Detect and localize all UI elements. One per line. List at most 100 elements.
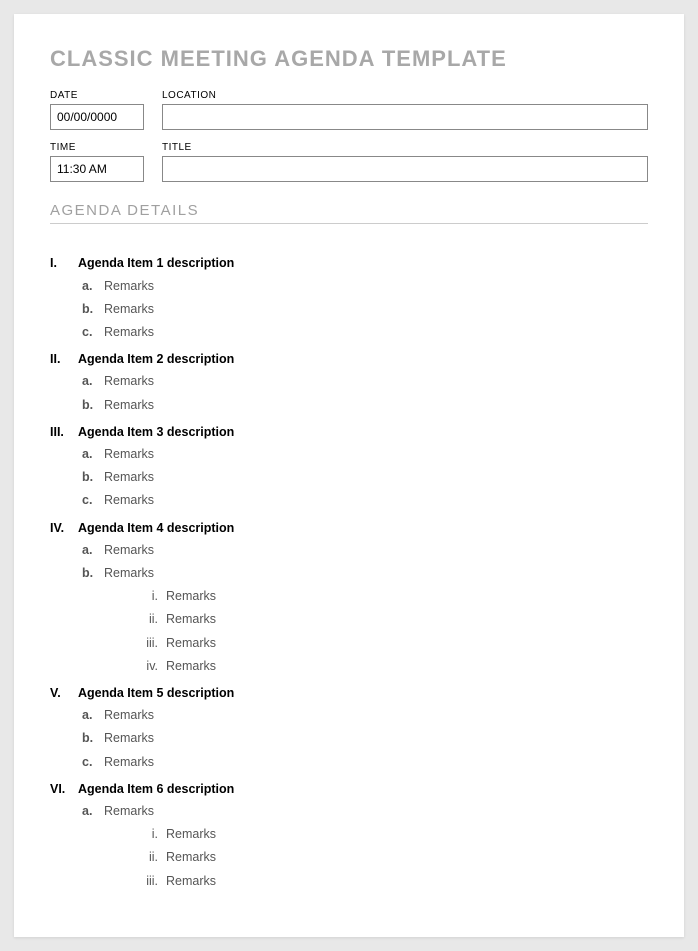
remark-text: Remarks [104,275,154,298]
remark-item: c.Remarks [82,321,648,344]
page-title: CLASSIC MEETING AGENDA TEMPLATE [50,46,648,72]
remarks-list: a.Remarksb.Remarksi.Remarksii.Remarksiii… [82,539,648,678]
sub-remark-number: iv. [138,655,166,678]
remark-item: a.Remarks [82,370,648,393]
agenda-item: VI.Agenda Item 6 descriptiona.Remarksi.R… [50,778,648,893]
remark-text: Remarks [104,539,154,562]
sub-remark-item: iii.Remarks [138,632,648,655]
remark-number: c. [82,489,104,512]
agenda-item: I.Agenda Item 1 descriptiona.Remarksb.Re… [50,252,648,344]
remark-text: Remarks [104,466,154,489]
sub-remarks-list: i.Remarksii.Remarksiii.Remarks [138,823,648,892]
remarks-list: a.Remarksi.Remarksii.Remarksiii.Remarks [82,800,648,893]
remark-text: Remarks [104,489,154,512]
remark-number: b. [82,394,104,417]
remarks-list: a.Remarksb.Remarksc.Remarks [82,275,648,344]
agenda-item-number: V. [50,682,78,705]
remark-number: a. [82,370,104,393]
agenda-item-number: I. [50,252,78,275]
agenda-item-label: Agenda Item 1 description [78,252,234,275]
agenda-item: V.Agenda Item 5 descriptiona.Remarksb.Re… [50,682,648,774]
sub-remark-text: Remarks [166,870,216,893]
sub-remark-text: Remarks [166,585,216,608]
agenda-item-label: Agenda Item 4 description [78,517,234,540]
remark-item: c.Remarks [82,489,648,512]
agenda-item-head: VI.Agenda Item 6 description [50,778,648,801]
remarks-list: a.Remarksb.Remarksc.Remarks [82,443,648,512]
sub-remark-item: ii.Remarks [138,608,648,631]
remark-text: Remarks [104,727,154,750]
remark-item: a.Remarks [82,539,648,562]
time-input[interactable] [50,156,144,182]
sub-remark-number: i. [138,585,166,608]
remark-number: a. [82,539,104,562]
remark-item: b.Remarks [82,394,648,417]
agenda-item-number: II. [50,348,78,371]
remark-text: Remarks [104,751,154,774]
remark-item: b.Remarks [82,298,648,321]
time-label: TIME [50,142,144,153]
sub-remark-text: Remarks [166,823,216,846]
remark-number: b. [82,727,104,750]
remark-item: c.Remarks [82,751,648,774]
remark-text: Remarks [104,394,154,417]
agenda-item-head: I.Agenda Item 1 description [50,252,648,275]
sub-remark-number: iii. [138,870,166,893]
remark-text: Remarks [104,370,154,393]
sub-remark-text: Remarks [166,846,216,869]
agenda-item-number: III. [50,421,78,444]
date-field: DATE [50,90,144,130]
agenda-item: III.Agenda Item 3 descriptiona.Remarksb.… [50,421,648,513]
sub-remark-item: i.Remarks [138,585,648,608]
date-input[interactable] [50,104,144,130]
sub-remark-number: ii. [138,608,166,631]
agenda-item-number: IV. [50,517,78,540]
sub-remark-text: Remarks [166,632,216,655]
form-row-1: DATE LOCATION [50,90,648,130]
remark-number: b. [82,562,104,585]
form-row-2: TIME TITLE [50,142,648,182]
agenda-item-head: V.Agenda Item 5 description [50,682,648,705]
sub-remarks-list: i.Remarksii.Remarksiii.Remarksiv.Remarks [138,585,648,678]
remark-number: a. [82,443,104,466]
agenda-item-head: IV.Agenda Item 4 description [50,517,648,540]
remark-item: a.Remarks [82,704,648,727]
remark-item: a.Remarks [82,443,648,466]
sub-remark-item: ii.Remarks [138,846,648,869]
agenda-item-label: Agenda Item 2 description [78,348,234,371]
agenda-list: I.Agenda Item 1 descriptiona.Remarksb.Re… [50,252,648,893]
title-input[interactable] [162,156,648,182]
remark-number: c. [82,321,104,344]
section-title: AGENDA DETAILS [50,202,648,224]
agenda-item: II.Agenda Item 2 descriptiona.Remarksb.R… [50,348,648,417]
sub-remark-text: Remarks [166,655,216,678]
remark-text: Remarks [104,321,154,344]
time-field: TIME [50,142,144,182]
remark-number: c. [82,751,104,774]
agenda-item-number: VI. [50,778,78,801]
remark-item: b.Remarks [82,562,648,585]
sub-remark-item: iv.Remarks [138,655,648,678]
remark-text: Remarks [104,443,154,466]
location-field: LOCATION [162,90,648,130]
agenda-item-head: III.Agenda Item 3 description [50,421,648,444]
location-label: LOCATION [162,90,648,101]
agenda-item-label: Agenda Item 3 description [78,421,234,444]
remark-text: Remarks [104,704,154,727]
remarks-list: a.Remarksb.Remarksc.Remarks [82,704,648,773]
remark-text: Remarks [104,800,154,823]
sub-remark-number: i. [138,823,166,846]
remark-number: a. [82,704,104,727]
sub-remark-item: i.Remarks [138,823,648,846]
remark-number: b. [82,298,104,321]
remarks-list: a.Remarksb.Remarks [82,370,648,416]
remark-text: Remarks [104,562,154,585]
agenda-item-head: II.Agenda Item 2 description [50,348,648,371]
agenda-item: IV.Agenda Item 4 descriptiona.Remarksb.R… [50,517,648,678]
remark-number: a. [82,800,104,823]
location-input[interactable] [162,104,648,130]
remark-item: a.Remarks [82,800,648,823]
remark-text: Remarks [104,298,154,321]
sub-remark-text: Remarks [166,608,216,631]
remark-item: b.Remarks [82,727,648,750]
